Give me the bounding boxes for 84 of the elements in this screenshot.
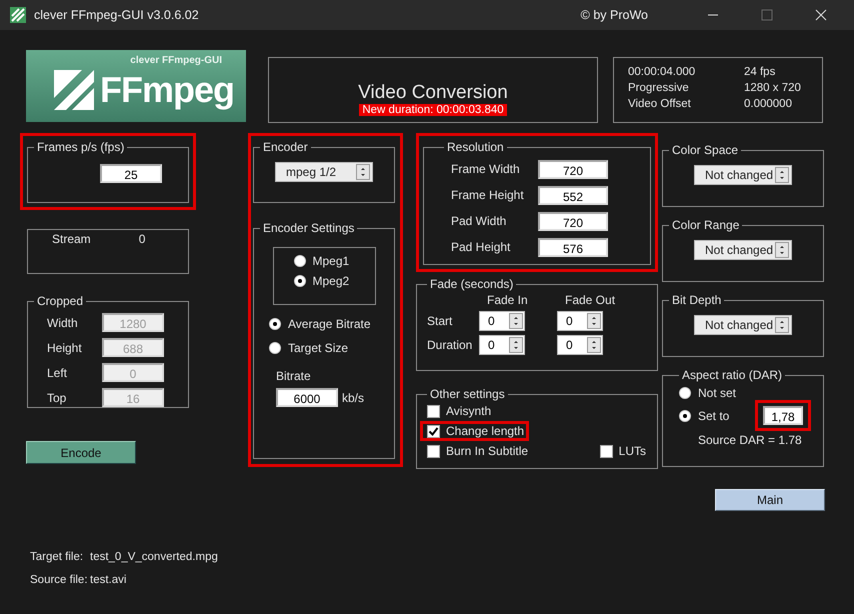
group-title: Cropped <box>36 294 84 308</box>
bitrate-label: Bitrate <box>276 369 312 383</box>
group-title: Encoder <box>262 140 309 154</box>
source-dar-label: Source DAR = 1.78 <box>698 433 803 447</box>
group-title: Aspect ratio (DAR) <box>681 368 784 382</box>
group-title: Fade (seconds) <box>429 277 514 291</box>
number-spinner[interactable]: 0 <box>557 311 603 331</box>
group-title: Other settings <box>429 387 506 401</box>
option-spinner[interactable]: Not changed <box>694 165 792 185</box>
info-label: Video Offset <box>628 97 692 112</box>
main-button[interactable]: Main <box>715 489 825 511</box>
field-label: Pad Height <box>450 240 512 254</box>
group-title: Encoder Settings <box>262 221 356 235</box>
group-title: Color Range <box>671 218 740 232</box>
spin-arrows-icon <box>509 313 523 329</box>
spin-arrows-icon <box>587 337 601 353</box>
spin-arrows-icon <box>356 164 370 180</box>
field-label: Width <box>46 316 79 330</box>
close-icon[interactable] <box>815 9 827 21</box>
resolution-field[interactable]: 720 <box>538 212 608 230</box>
option-spinner[interactable]: Not changed <box>694 315 792 335</box>
option-spinner[interactable]: Not changed <box>694 240 792 260</box>
number-spinner[interactable]: 0 <box>479 335 525 355</box>
file-label: Target file: <box>30 551 84 563</box>
info-label: Progressive <box>628 81 690 96</box>
stream-value: 0 <box>138 232 146 246</box>
unit-label: kb/s <box>342 390 364 404</box>
aspect-field[interactable]: 1,78 <box>763 406 803 425</box>
field-label: Frame Height <box>450 188 525 202</box>
aspect-radio[interactable]: Not set <box>679 386 817 400</box>
row-label: Duration <box>427 338 474 352</box>
bitrate-field[interactable]: 6000 <box>276 388 338 407</box>
number-spinner[interactable]: 0 <box>479 311 525 331</box>
spin-arrows-icon <box>587 313 601 329</box>
logo-caption: clever FFmpeg-GUI <box>130 55 222 66</box>
window-title: clever FFmpeg-GUI v3.0.6.02 <box>34 8 199 22</box>
resolution-field[interactable]: 720 <box>538 160 608 178</box>
format-radio[interactable]: Mpeg2 <box>294 274 374 288</box>
page-title: Video Conversion <box>358 82 508 104</box>
encoder-spinner[interactable]: mpeg 1/2 <box>275 162 373 182</box>
spin-arrows-icon <box>775 242 789 258</box>
option-checkbox[interactable]: LUTs <box>600 444 646 458</box>
field-label: Frame Width <box>450 162 521 176</box>
option-checkbox[interactable]: Avisynth <box>427 404 492 418</box>
mode-radio[interactable]: Average Bitrate <box>269 317 388 331</box>
column-header: Fade In <box>486 293 529 307</box>
resolution-field[interactable]: 552 <box>538 186 608 204</box>
field-label: Top <box>46 390 68 404</box>
file-label: Source file: <box>30 574 89 586</box>
row-label: Start <box>427 314 454 328</box>
file-name: test_0_V_converted.mpg <box>90 551 218 563</box>
format-radio[interactable]: Mpeg1 <box>294 254 374 268</box>
number-spinner[interactable]: 0 <box>557 335 603 355</box>
field-label: Pad Width <box>450 214 508 228</box>
fps-field[interactable]: 25 <box>100 164 162 183</box>
info-label: 00:00:04.000 <box>628 65 696 80</box>
checkmark-icon <box>428 426 439 436</box>
info-value: 0.000000 <box>744 97 793 112</box>
spin-arrows-icon <box>509 337 523 353</box>
resolution-field[interactable]: 576 <box>538 238 608 256</box>
group-title: Color Space <box>671 143 740 157</box>
stream-label: Stream <box>52 232 91 246</box>
file-name: test.avi <box>90 574 126 586</box>
group-title: Bit Depth <box>671 293 722 307</box>
app-icon <box>10 7 26 23</box>
option-checkbox[interactable]: Change length <box>427 424 524 438</box>
field-label: Left <box>46 366 68 380</box>
option-checkbox[interactable]: Burn In Subtitle <box>427 444 528 458</box>
copyright-text: © by ProWo <box>580 8 648 22</box>
spin-arrows-icon <box>775 317 789 333</box>
spin-arrows-icon <box>775 167 789 183</box>
stripes-logo-icon <box>52 68 96 112</box>
mode-radio[interactable]: Target Size <box>269 341 388 355</box>
group-title: Frames p/s (fps) <box>36 140 126 154</box>
encode-button[interactable]: Encode <box>26 441 136 464</box>
info-value: 1280 x 720 <box>744 81 802 96</box>
aspect-radio[interactable]: Set to <box>679 408 730 422</box>
new-duration-label: New duration: 00:00:03.840 <box>359 104 507 116</box>
column-header: Fade Out <box>564 293 616 307</box>
maximize-icon[interactable] <box>761 9 773 21</box>
info-value: 24 fps <box>744 65 776 80</box>
logo-wordmark: FFmpeg <box>100 68 234 112</box>
field-label: Height <box>46 340 83 354</box>
group-title: Resolution <box>446 140 505 154</box>
